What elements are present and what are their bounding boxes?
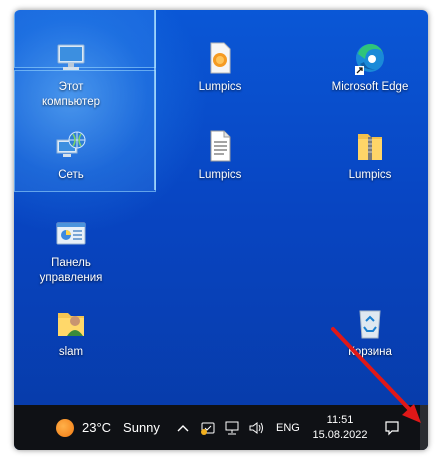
annotation-arrow [331,327,421,423]
